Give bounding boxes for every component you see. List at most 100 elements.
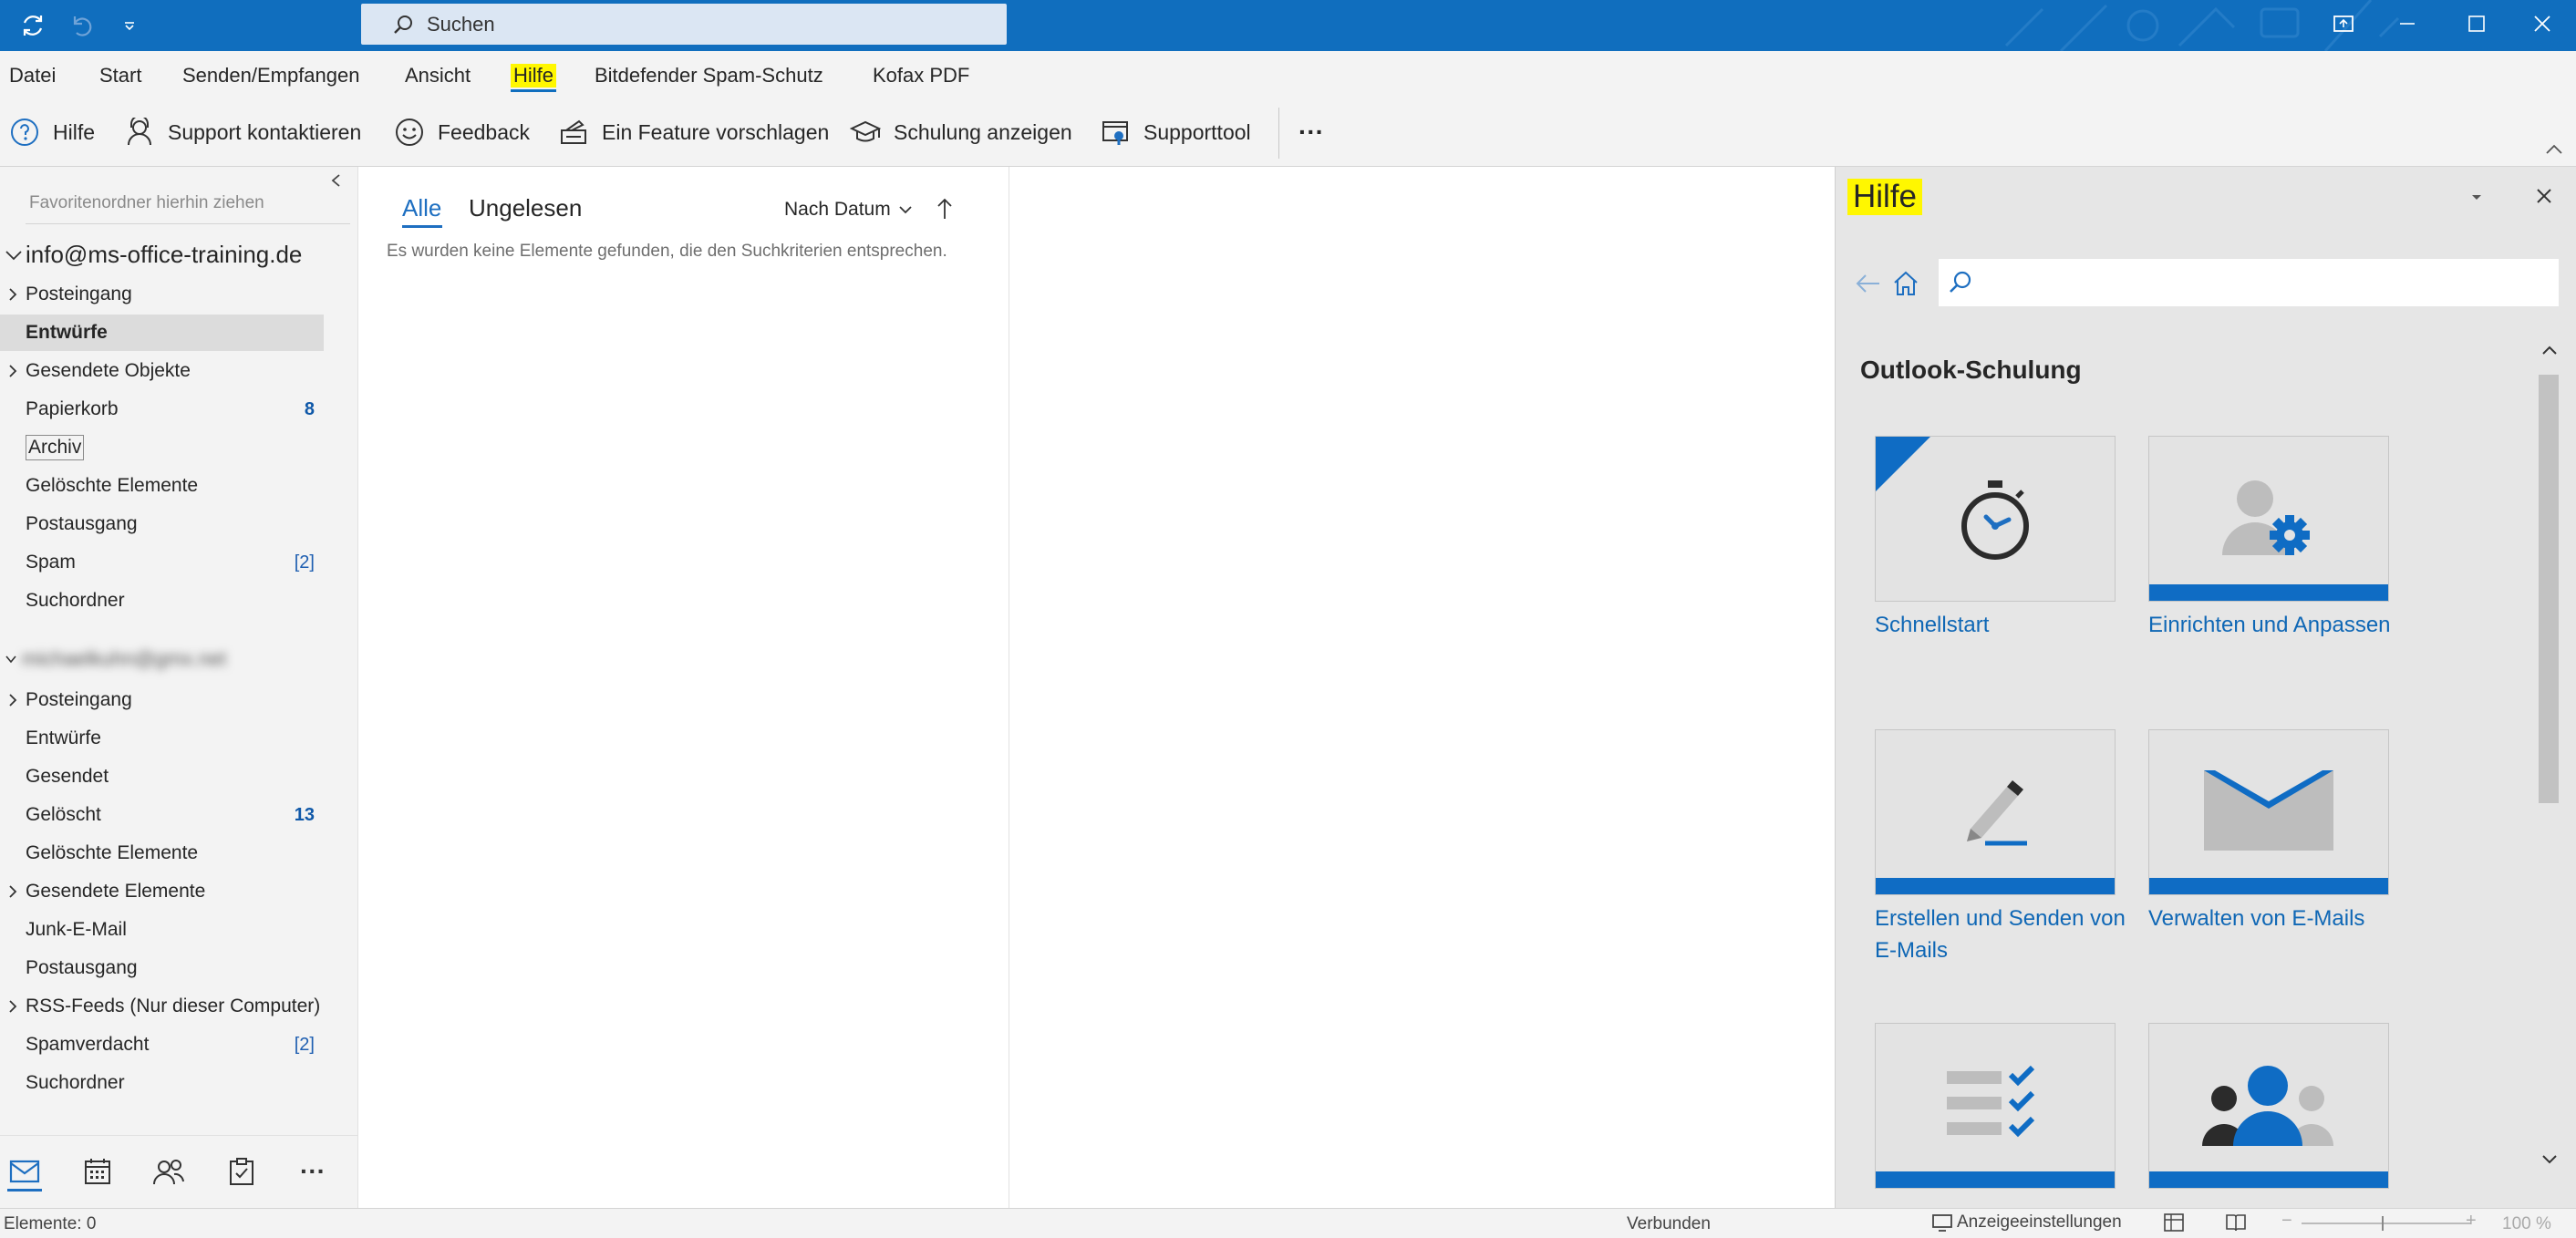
help-pane-options-icon[interactable] — [2469, 191, 2484, 202]
folder-indent — [0, 835, 26, 872]
person-gear-icon — [2222, 479, 2313, 561]
folder-item[interactable]: Gesendet — [0, 758, 324, 795]
people-nav-icon[interactable] — [148, 1150, 190, 1192]
tab-kofax-pdf[interactable]: Kofax PDF — [873, 64, 969, 88]
card-corner-marker — [1876, 437, 1930, 491]
folder-indent — [0, 506, 26, 542]
chevron-down-icon — [4, 245, 24, 265]
training-card-einrichten[interactable] — [2148, 436, 2389, 602]
card-label-schnellstart[interactable]: Schnellstart — [1875, 609, 2130, 641]
feedback-button[interactable]: Feedback — [394, 111, 530, 153]
collapse-ribbon-icon[interactable] — [2544, 142, 2564, 157]
ribbon-display-options-icon[interactable] — [2311, 0, 2376, 47]
home-icon[interactable] — [1892, 270, 1919, 297]
show-training-button[interactable]: Schulung anzeigen — [850, 111, 1072, 153]
scrollbar-thumb[interactable] — [2539, 375, 2559, 803]
minimize-icon[interactable] — [2374, 0, 2440, 47]
folder-item[interactable]: Posteingang — [0, 276, 324, 313]
more-options-button[interactable]: ··· — [1298, 111, 1324, 153]
folder-item[interactable]: Gelöscht 13 — [0, 797, 324, 833]
back-arrow-icon[interactable] — [1855, 272, 1882, 295]
feedback-label: Feedback — [438, 119, 531, 144]
folder-item[interactable]: RSS-Feeds (Nur dieser Computer) — [0, 988, 324, 1025]
folder-name: Gesendete Elemente — [26, 881, 206, 902]
tab-senden-empfangen[interactable]: Senden/Empfangen — [182, 64, 360, 88]
card-accent-bar — [1876, 878, 2115, 894]
close-help-pane-icon[interactable] — [2535, 187, 2553, 205]
sync-icon[interactable] — [16, 9, 49, 42]
folder-item[interactable]: Papierkorb 8 — [0, 391, 324, 428]
support-contact-button[interactable]: Support kontaktieren — [124, 111, 361, 153]
collapse-pane-icon[interactable] — [330, 173, 343, 188]
tasks-icon[interactable] — [221, 1150, 263, 1192]
suggest-feature-button[interactable]: Ein Feature vorschlagen — [558, 111, 829, 153]
support-contact-label: Support kontaktieren — [168, 119, 362, 144]
display-settings-button[interactable]: Anzeigeeinstellungen — [1931, 1212, 2122, 1233]
scroll-down-icon[interactable] — [2541, 1153, 2558, 1166]
maximize-icon[interactable] — [2444, 0, 2509, 47]
folder-name: Gesendete Objekte — [26, 360, 191, 381]
card-accent-bar — [2149, 878, 2388, 894]
card-label-einrichten[interactable]: Einrichten und Anpassen — [2148, 609, 2404, 641]
folder-item[interactable]: Spam [2] — [0, 544, 324, 581]
folder-indent — [0, 950, 26, 986]
zoom-in-icon[interactable]: + — [2466, 1211, 2477, 1232]
chevron-right-icon[interactable] — [0, 988, 26, 1025]
account-header-2[interactable]: michaelkuhn@gmx.net — [4, 647, 226, 671]
undo-icon[interactable] — [64, 9, 97, 42]
tab-datei[interactable]: Datei — [9, 64, 56, 88]
zoom-out-icon[interactable]: − — [2281, 1211, 2292, 1232]
tab-all[interactable]: Alle — [402, 194, 441, 222]
card-label-verwalten[interactable]: Verwalten von E-Mails — [2148, 903, 2404, 934]
support-tool-button[interactable]: Supporttool — [1100, 111, 1251, 153]
zoom-slider-thumb[interactable] — [2382, 1216, 2384, 1231]
training-card-schnellstart[interactable] — [1875, 436, 2116, 602]
mail-icon[interactable] — [4, 1150, 46, 1192]
zoom-slider[interactable] — [2302, 1223, 2471, 1224]
sort-dropdown[interactable]: Nach Datum — [784, 199, 913, 221]
folder-name: Postausgang — [26, 957, 138, 978]
more-apps-icon[interactable]: ··· — [292, 1150, 334, 1192]
folder-item[interactable]: Gesendete Objekte — [0, 353, 324, 389]
card-label-erstellen[interactable]: Erstellen und Senden von E-Mails — [1875, 903, 2130, 966]
folder-item[interactable]: Archiv — [0, 429, 324, 466]
training-card-erstellen[interactable] — [1875, 729, 2116, 895]
reading-view-icon[interactable] — [2225, 1212, 2247, 1233]
tab-unread[interactable]: Ungelesen — [469, 194, 582, 222]
tab-hilfe[interactable]: Hilfe — [511, 64, 557, 88]
help-button[interactable]: Hilfe — [9, 111, 95, 153]
folder-item[interactable]: Spamverdacht [2] — [0, 1027, 324, 1063]
training-card-personen[interactable] — [2148, 1023, 2389, 1189]
quick-access-dropdown-icon[interactable] — [113, 9, 146, 42]
folder-item[interactable]: Posteingang — [0, 682, 324, 718]
tab-bitdefender[interactable]: Bitdefender Spam-Schutz — [595, 64, 823, 88]
folder-item[interactable]: Postausgang — [0, 506, 324, 542]
folder-item[interactable]: Gelöschte Elemente — [0, 468, 324, 504]
folder-item[interactable]: Suchordner — [0, 1065, 324, 1101]
normal-view-icon[interactable] — [2163, 1212, 2185, 1233]
account-header-1[interactable]: info@ms-office-training.de — [4, 241, 302, 269]
folder-item[interactable]: Gelöschte Elemente — [0, 835, 324, 872]
training-card-aufgaben[interactable] — [1875, 1023, 2116, 1189]
folder-item[interactable]: Suchordner — [0, 583, 324, 619]
folder-item[interactable]: Junk-E-Mail — [0, 912, 324, 948]
folder-item[interactable]: Postausgang — [0, 950, 324, 986]
folder-item[interactable]: Gesendete Elemente — [0, 873, 324, 910]
chevron-right-icon[interactable] — [0, 682, 26, 718]
close-window-icon[interactable] — [2509, 0, 2575, 47]
tab-ansicht[interactable]: Ansicht — [405, 64, 471, 88]
chevron-right-icon[interactable] — [0, 873, 26, 910]
folder-item[interactable]: Entwürfe — [0, 720, 324, 757]
folder-name: Junk-E-Mail — [26, 919, 127, 940]
tab-start[interactable]: Start — [99, 64, 141, 88]
search-box[interactable]: Suchen — [361, 4, 1007, 45]
scroll-up-icon[interactable] — [2541, 344, 2558, 356]
chevron-right-icon[interactable] — [0, 276, 26, 313]
help-scrollbar[interactable] — [2537, 324, 2560, 1192]
calendar-icon[interactable] — [77, 1150, 119, 1192]
chevron-right-icon[interactable] — [0, 353, 26, 389]
folder-item[interactable]: Entwürfe — [0, 315, 324, 351]
help-search-input[interactable] — [1939, 259, 2559, 306]
training-card-verwalten[interactable] — [2148, 729, 2389, 895]
sort-direction-icon[interactable] — [936, 197, 954, 221]
